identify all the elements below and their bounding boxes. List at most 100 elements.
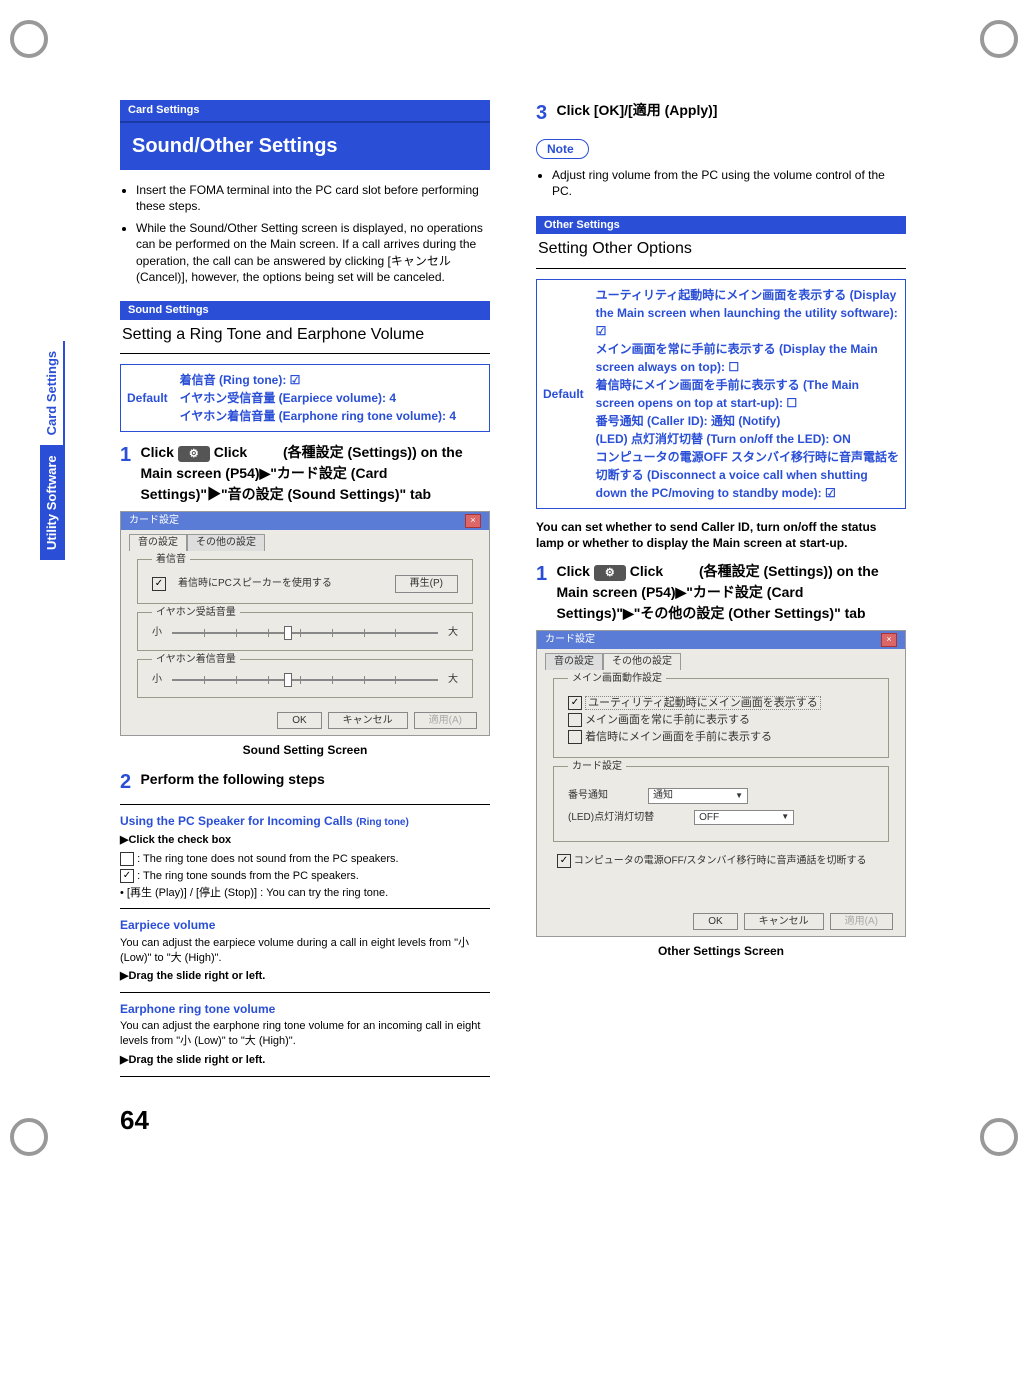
cb-label: 着信時にメイン画面を手前に表示する — [585, 731, 772, 743]
gear-icon: ⚙ — [594, 565, 626, 581]
cb-label: メイン画面を常に手前に表示する — [585, 714, 750, 726]
play-button[interactable]: 再生(P) — [395, 575, 458, 593]
binder-ring — [10, 20, 48, 58]
chevron-down-icon: ▼ — [735, 791, 743, 802]
cb-label: 着信時にPCスピーカーを使用する — [178, 577, 332, 591]
sound-default-box: Default 着信音 (Ring tone): ☑ イヤホン受信音量 (Ear… — [120, 364, 490, 432]
group-card: カード設定 — [568, 760, 626, 774]
group-earphone: イヤホン着信音量 — [152, 653, 240, 667]
step-number: 1 — [120, 442, 131, 469]
earphone-heading: Earphone ring tone volume — [120, 1001, 490, 1017]
right-column: 3 Click [OK]/[適用 (Apply)] Note Adjust ri… — [536, 90, 906, 1085]
page: Card Settings Utility Software Card Sett… — [0, 0, 1028, 1176]
checkbox-checked-icon: ✓ — [120, 869, 134, 883]
window-title: カード設定 — [545, 633, 595, 647]
screenshot-caption: Sound Setting Screen — [120, 742, 490, 758]
tab-sound[interactable]: 音の設定 — [129, 534, 187, 551]
slider-high: 大 — [448, 673, 458, 687]
default-body: 着信音 (Ring tone): ☑ イヤホン受信音量 (Earpiece vo… — [174, 365, 462, 431]
step-1-other: 1 Click ⚙ Click (各種設定 (Settings)) on the… — [536, 561, 906, 624]
other-settings-heading: Setting Other Options — [536, 234, 906, 269]
step-2: 2 Perform the following steps — [120, 769, 490, 796]
checkbox-empty-icon — [120, 852, 134, 866]
sound-setting-screenshot: カード設定 × 音の設定 その他の設定 着信音 ✓ 着信時にPCスピーカーを使用… — [120, 511, 490, 736]
window-titlebar: カード設定 × — [121, 512, 489, 530]
binder-ring — [980, 1118, 1018, 1156]
play-stop-note: • [再生 (Play)] / [停止 (Stop)] : You can tr… — [120, 886, 490, 901]
other-default-box: Default ユーティリティ起動時にメイン画面を表示する (Display t… — [536, 279, 906, 509]
window-title: カード設定 — [129, 514, 179, 528]
caller-id-label: 番号通知 — [568, 789, 608, 803]
cb-label: コンピュータの電源OFF/スタンバイ移行時に音声通話を切断する — [574, 856, 867, 867]
led-dropdown[interactable]: OFF▼ — [694, 810, 794, 826]
left-column: Card Settings Sound/Other Settings Inser… — [120, 90, 490, 1085]
binder-ring — [10, 1118, 48, 1156]
earphone-slider[interactable] — [172, 679, 438, 681]
gear-icon: ⚙ — [178, 446, 210, 462]
step-text: Click [OK]/[適用 (Apply)] — [556, 100, 886, 121]
led-label: (LED)点灯消灯切替 — [568, 811, 654, 825]
tab-other[interactable]: その他の設定 — [187, 534, 265, 551]
apply-button[interactable]: 適用(A) — [830, 913, 893, 931]
pc-speaker-heading: Using the PC Speaker for Incoming Calls … — [120, 813, 490, 830]
sound-settings-tag: Sound Settings — [120, 301, 490, 320]
ok-button[interactable]: OK — [277, 712, 321, 730]
desc-text: : The ring tone does not sound from the … — [137, 853, 399, 865]
note-text: Adjust ring volume from the PC using the… — [552, 167, 906, 199]
screenshot-caption: Other Settings Screen — [536, 943, 906, 959]
apply-button[interactable]: 適用(A) — [414, 712, 477, 730]
step-number: 1 — [536, 561, 547, 588]
card-settings-tag: Card Settings — [120, 100, 490, 123]
earpiece-slider[interactable] — [172, 632, 438, 634]
intro-bullets: Insert the FOMA terminal into the PC car… — [120, 182, 490, 285]
action-drag-slide: ▶Drag the slide right or left. — [120, 969, 490, 984]
cb-label: ユーティリティ起動時にメイン画面を表示する — [585, 696, 821, 710]
page-number: 64 — [120, 1105, 938, 1136]
side-tabs: Card Settings Utility Software — [40, 341, 65, 560]
other-settings-tag: Other Settings — [536, 216, 906, 235]
default-label: Default — [537, 280, 590, 508]
action-drag-slide: ▶Drag the slide right or left. — [120, 1053, 490, 1068]
earphone-desc: You can adjust the earphone ring tone vo… — [120, 1019, 490, 1049]
step-number: 2 — [120, 769, 131, 796]
step-text: Perform the following steps — [140, 769, 470, 790]
bullet-item: Insert the FOMA terminal into the PC car… — [136, 182, 490, 214]
default-label: Default — [121, 365, 174, 431]
window-titlebar: カード設定 × — [537, 631, 905, 649]
default-body: ユーティリティ起動時にメイン画面を表示する (Display the Main … — [590, 280, 905, 508]
ok-button[interactable]: OK — [693, 913, 737, 931]
sound-other-settings-heading: Sound/Other Settings — [120, 123, 490, 170]
other-intro: You can set whether to send Caller ID, t… — [536, 519, 906, 551]
tab-sound[interactable]: 音の設定 — [545, 653, 603, 670]
other-settings-screenshot: カード設定 × 音の設定 その他の設定 メイン画面動作設定 ✓ ユーティリティ起… — [536, 630, 906, 937]
desc-text: : The ring tone sounds from the PC speak… — [137, 870, 359, 882]
step-1: 1 Click ⚙ Click (各種設定 (Settings)) on the… — [120, 442, 490, 505]
cb-launch[interactable]: ✓ — [568, 696, 582, 710]
chevron-down-icon: ▼ — [781, 812, 789, 823]
cb-disconnect[interactable]: ✓ — [557, 854, 571, 868]
step-3: 3 Click [OK]/[適用 (Apply)] — [536, 100, 906, 127]
close-icon[interactable]: × — [881, 633, 897, 647]
step-number: 3 — [536, 100, 547, 127]
cancel-button[interactable]: キャンセル — [328, 712, 408, 730]
bullet-item: While the Sound/Other Setting screen is … — [136, 220, 490, 285]
close-icon[interactable]: × — [465, 514, 481, 528]
action-click-checkbox: ▶Click the check box — [120, 833, 490, 848]
earpiece-desc: You can adjust the earpiece volume durin… — [120, 936, 490, 966]
cb-incoming[interactable] — [568, 730, 582, 744]
step-text: Click ⚙ Click (各種設定 (Settings)) on the M… — [140, 442, 470, 505]
binder-ring — [980, 20, 1018, 58]
side-tab-utility-software: Utility Software — [40, 445, 65, 560]
note-label: Note — [536, 139, 589, 159]
step-text: Click ⚙ Click (各種設定 (Settings)) on the M… — [556, 561, 886, 624]
group-earpiece: イヤホン受話音量 — [152, 606, 240, 620]
pc-speaker-checkbox[interactable]: ✓ — [152, 577, 166, 591]
tab-other[interactable]: その他の設定 — [603, 653, 681, 670]
cb-ontop[interactable] — [568, 713, 582, 727]
caller-id-dropdown[interactable]: 通知▼ — [648, 788, 748, 804]
cancel-button[interactable]: キャンセル — [744, 913, 824, 931]
slider-low: 小 — [152, 626, 162, 640]
group-ringtone: 着信音 — [152, 553, 190, 567]
sound-settings-heading: Setting a Ring Tone and Earphone Volume — [120, 320, 490, 355]
slider-high: 大 — [448, 626, 458, 640]
